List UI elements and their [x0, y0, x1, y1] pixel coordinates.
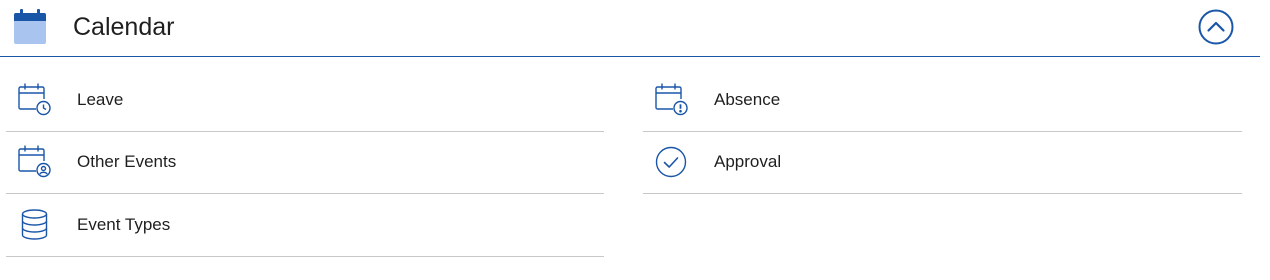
calendar-alert-icon: [654, 82, 690, 118]
menu-item-label: Approval: [714, 152, 782, 171]
menu-item-label: Leave: [77, 90, 124, 109]
collapse-button[interactable]: [1198, 9, 1234, 45]
check-circle-icon: [654, 144, 690, 180]
database-icon: [17, 207, 53, 243]
menu-item-event-types[interactable]: Event Types: [6, 194, 604, 257]
menu-item-label: Other Events: [77, 152, 177, 171]
calendar-user-icon: [17, 144, 53, 180]
menu-item-absence[interactable]: Absence: [643, 69, 1242, 132]
section-header: Calendar: [0, 0, 1260, 57]
section-title: Calendar: [73, 13, 175, 41]
menu-item-leave[interactable]: Leave: [6, 69, 604, 132]
calendar-clock-icon: [17, 82, 53, 118]
calendar-icon: [13, 9, 47, 45]
menu-item-other-events[interactable]: Other Events: [6, 131, 604, 194]
chevron-up-icon: [1198, 9, 1234, 45]
menu-item-label: Event Types: [77, 215, 171, 234]
menu-item-label: Absence: [714, 90, 781, 109]
menu-item-approval[interactable]: Approval: [643, 131, 1242, 194]
